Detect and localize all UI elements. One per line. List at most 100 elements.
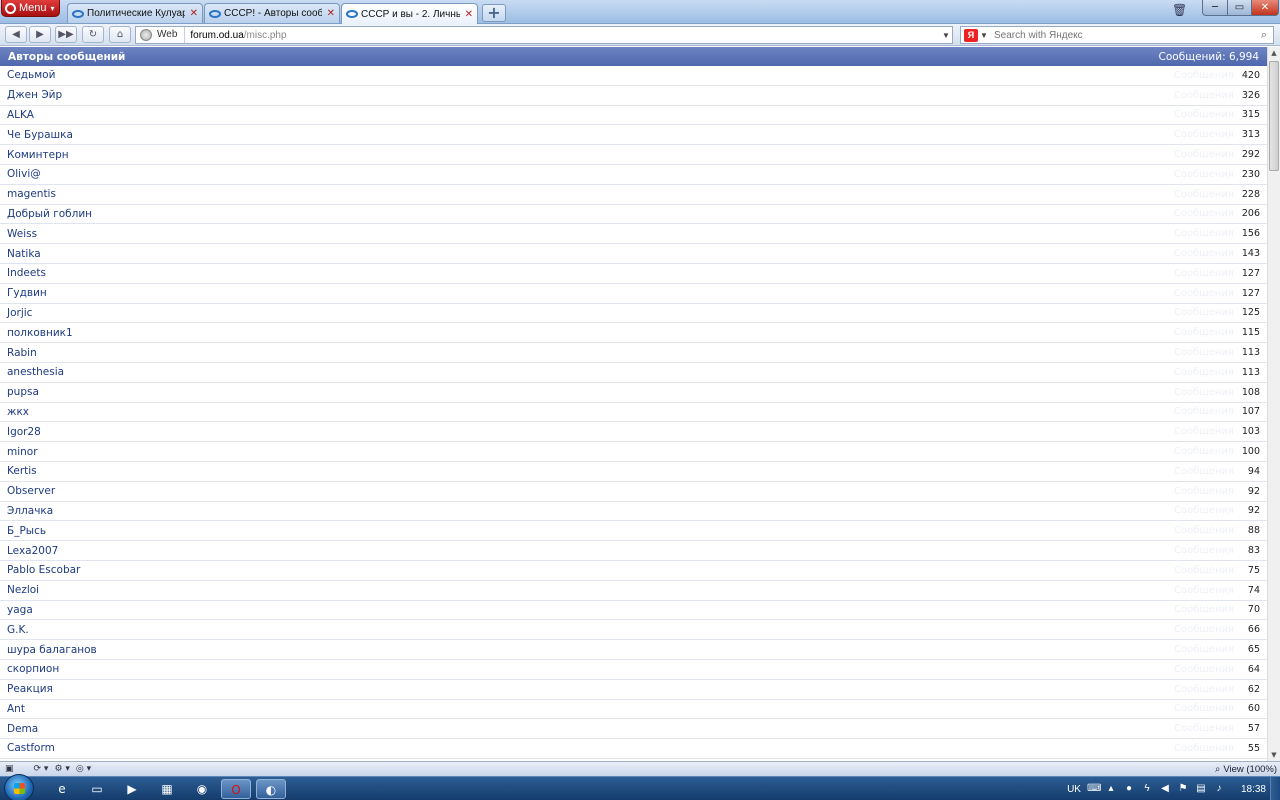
close-tab-icon[interactable]: ✕ (327, 8, 335, 19)
author-link[interactable]: anesthesia (7, 366, 64, 378)
author-link[interactable]: Dema (7, 723, 38, 735)
author-link[interactable]: Natika (7, 248, 41, 260)
flag-icon[interactable]: ⚑ (1177, 783, 1189, 795)
author-link[interactable]: жкх (7, 406, 29, 418)
author-row: magentis Сообщения 228 (0, 185, 1267, 205)
author-link[interactable]: yaga (7, 604, 33, 616)
search-engine-dropdown-icon[interactable]: ▼ (978, 31, 990, 40)
author-link[interactable]: Реакция (7, 683, 53, 695)
author-link[interactable]: Weiss (7, 228, 37, 240)
author-link[interactable]: Гудвин (7, 287, 47, 299)
eye-icon[interactable]: ◉ (187, 779, 217, 799)
opera-taskbar-icon[interactable]: O (221, 779, 251, 799)
new-tab-button[interactable]: + (482, 4, 506, 22)
post-count: 315 (1241, 109, 1260, 121)
author-link[interactable]: Ant (7, 703, 25, 715)
tab-political[interactable]: Политические Кулуар... ✕ (67, 3, 203, 23)
author-link[interactable]: Седьмой (7, 69, 55, 81)
app-taskbar-icon[interactable]: ◐ (256, 779, 286, 799)
address-url[interactable]: forum.od.ua/misc.php (185, 30, 940, 41)
author-link[interactable]: Эллачка (7, 505, 53, 517)
close-window-button[interactable]: ✕ (1251, 0, 1279, 16)
close-tab-icon[interactable]: ✕ (465, 9, 473, 20)
language-indicator[interactable]: UK (1067, 784, 1081, 795)
volume-icon[interactable]: ◀ (1159, 783, 1171, 795)
sync-icon[interactable]: ⟳ ▾ (31, 763, 52, 776)
film-icon[interactable]: ▦ (152, 779, 182, 799)
media-player-icon[interactable]: ▶ (117, 779, 147, 799)
yandex-icon[interactable]: Я (964, 28, 978, 42)
clock[interactable]: 18:38 (1241, 784, 1266, 795)
author-link[interactable]: ALKA (7, 109, 34, 121)
search-icon[interactable]: ⌕ (1255, 29, 1273, 42)
author-link[interactable]: Castform (7, 742, 55, 754)
author-link[interactable]: pupsa (7, 386, 39, 398)
author-link[interactable]: Kertis (7, 465, 37, 477)
author-link[interactable]: Indeets (7, 267, 46, 279)
post-count: 75 (1247, 564, 1260, 576)
post-count: 64 (1247, 663, 1260, 675)
tab-personal[interactable]: СССР и вы - 2. Личны... ✕ (341, 3, 478, 24)
network-icon[interactable]: ▤ (1195, 783, 1207, 795)
author-link[interactable]: Nezloi (7, 584, 39, 596)
show-desktop-button[interactable] (1270, 777, 1280, 800)
trash-icon[interactable]: 🗑 (1172, 3, 1187, 19)
windows-taskbar: e ▭ ▶ ▦ ◉ O ◐ UK ⌨ ▴ ● ϟ ◀ ⚑ ▤ ♪ 18:38 (0, 774, 1280, 800)
search-input[interactable] (990, 29, 1255, 41)
keyboard-icon[interactable]: ⌨ (1087, 783, 1101, 795)
zoom-control[interactable]: ⌕ View (100%) (1215, 763, 1277, 776)
speaker-icon[interactable]: ♪ (1213, 783, 1225, 795)
reload-button[interactable]: ↻ (82, 26, 104, 43)
address-dropdown-icon[interactable]: ▼ (940, 31, 952, 40)
unite-icon[interactable]: ⚙ ▾ (51, 763, 72, 776)
scroll-down-icon[interactable]: ▼ (1268, 749, 1280, 761)
start-button[interactable] (4, 774, 34, 800)
author-link[interactable]: Jorjic (7, 307, 32, 319)
maximize-button[interactable]: ▭ (1227, 0, 1252, 16)
author-link[interactable]: Pablo Escobar (7, 564, 80, 576)
author-link[interactable]: Джен Эйр (7, 89, 62, 101)
folder-icon[interactable]: ▭ (82, 779, 112, 799)
author-link[interactable]: G.K. (7, 624, 29, 636)
author-link[interactable]: minor (7, 446, 38, 458)
author-stats: Сообщения 125 (1174, 307, 1260, 318)
ie-icon[interactable]: e (47, 779, 77, 799)
post-count: 83 (1247, 545, 1260, 557)
system-tray: UK ⌨ ▴ ● ϟ ◀ ⚑ ▤ ♪ 18:38 (1067, 777, 1280, 800)
author-link[interactable]: Olivi@ (7, 168, 41, 180)
author-link[interactable]: Rabin (7, 347, 37, 359)
close-tab-icon[interactable]: ✕ (190, 8, 198, 19)
minimize-button[interactable]: ─ (1202, 0, 1228, 16)
author-link[interactable]: шура балаганов (7, 644, 97, 656)
forward-button[interactable]: ▶ (29, 26, 51, 43)
back-button[interactable]: ◀ (5, 26, 27, 43)
post-count: 100 (1241, 446, 1260, 458)
home-button[interactable]: ⌂ (109, 26, 131, 43)
power-icon[interactable]: ϟ (1141, 783, 1153, 795)
search-box[interactable]: Я ▼ ⌕ (960, 26, 1274, 44)
tray-expand-icon[interactable]: ▴ (1105, 783, 1117, 795)
author-link[interactable]: скорпион (7, 663, 59, 675)
address-bar[interactable]: Web forum.od.ua/misc.php ▼ (135, 26, 953, 44)
author-link[interactable]: Б_Рысь (7, 525, 46, 537)
scroll-up-icon[interactable]: ▲ (1268, 47, 1280, 59)
post-count: 55 (1247, 742, 1260, 754)
author-link[interactable]: Lexa2007 (7, 545, 58, 557)
author-row: anesthesia Сообщения 113 (0, 363, 1267, 383)
vertical-scrollbar[interactable]: ▲ ▼ (1267, 47, 1280, 761)
post-count: 70 (1247, 604, 1260, 616)
author-link[interactable]: Observer (7, 485, 55, 497)
scrollbar-thumb[interactable] (1269, 61, 1279, 171)
author-link[interactable]: Добрый гоблин (7, 208, 92, 220)
author-link[interactable]: Коминтерн (7, 149, 69, 161)
opera-menu-button[interactable]: Menu ▾ (1, 0, 60, 17)
fast-forward-button[interactable]: ▶▶ (55, 26, 77, 43)
turbo-icon[interactable]: ◎ ▾ (73, 763, 94, 776)
author-link[interactable]: Че Бурашка (7, 129, 73, 141)
author-link[interactable]: magentis (7, 188, 56, 200)
tab-authors[interactable]: СССР! - Авторы сооб... ✕ (204, 3, 340, 23)
opera-logo-icon (5, 2, 16, 14)
author-link[interactable]: Igor28 (7, 426, 41, 438)
author-link[interactable]: полковник1 (7, 327, 73, 339)
update-icon[interactable]: ● (1123, 783, 1135, 795)
